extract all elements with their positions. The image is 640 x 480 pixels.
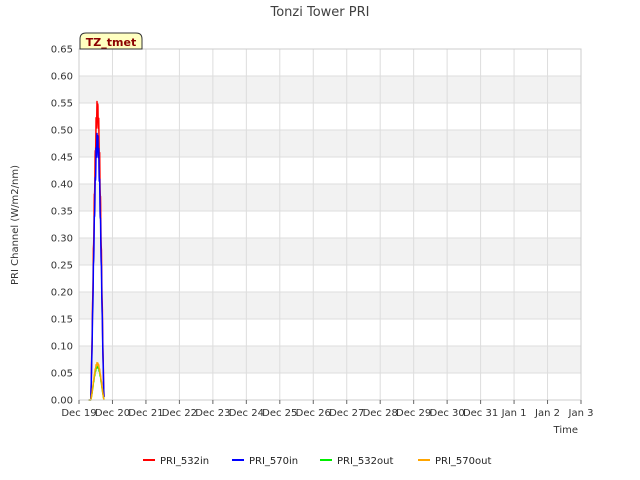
chart-title: Tonzi Tower PRI [270, 5, 370, 20]
y-tick-label: 0.00 [51, 396, 73, 407]
y-tick-label: 0.65 [51, 45, 73, 56]
y-tick-label: 0.25 [51, 261, 73, 272]
x-axis: Dec 19Dec 20Dec 21Dec 22Dec 23Dec 24Dec … [61, 400, 593, 419]
plot-band [79, 130, 581, 157]
x-tick-label: Dec 25 [262, 408, 297, 419]
y-tick-label: 0.45 [51, 153, 73, 164]
x-tick-label: Jan 2 [534, 408, 560, 419]
x-tick-label: Dec 21 [128, 408, 163, 419]
y-tick-label: 0.40 [51, 180, 73, 191]
plot-band [79, 238, 581, 265]
y-tick-label: 0.15 [51, 315, 73, 326]
legend-label: PRI_532out [337, 456, 393, 467]
legend-item-pri_532in: PRI_532in [143, 456, 209, 467]
y-tick-label: 0.30 [51, 234, 73, 245]
x-tick-label: Dec 28 [363, 408, 398, 419]
legend-label: PRI_532in [160, 456, 209, 467]
legend-item-pri_570in: PRI_570in [232, 456, 298, 467]
plot-band [79, 76, 581, 103]
x-tick-label: Dec 19 [61, 408, 96, 419]
y-tick-label: 0.20 [51, 288, 73, 299]
y-tick-label: 0.55 [51, 99, 73, 110]
x-tick-label: Dec 29 [396, 408, 431, 419]
y-tick-label: 0.35 [51, 207, 73, 218]
x-tick-label: Dec 26 [296, 408, 331, 419]
plot-band [79, 346, 581, 373]
x-tick-label: Jan 1 [501, 408, 527, 419]
x-tick-label: Dec 31 [463, 408, 498, 419]
x-tick-label: Dec 30 [430, 408, 465, 419]
pri-line-chart: Tonzi Tower PRI 0.00 0.05 0.10 0.15 0.20 0.25… [10, 5, 593, 467]
y-axis-label: PRI Channel (W/m2/nm) [10, 165, 21, 285]
legend-item-pri_532out: PRI_532out [320, 456, 393, 467]
plot-band [79, 292, 581, 319]
plot-band [79, 184, 581, 211]
legend-item-pri_570out: PRI_570out [418, 456, 491, 467]
x-tick-label: Dec 23 [195, 408, 230, 419]
y-tick-label: 0.10 [51, 342, 73, 353]
x-tick-label: Dec 22 [162, 408, 197, 419]
y-axis: 0.00 0.05 0.10 0.15 0.20 0.25 0.30 0.35 0.40 0.45… [51, 45, 73, 407]
legend: PRI_532in PRI_570in PRI_532out PRI_570out [143, 456, 491, 467]
x-tick-label: Dec 24 [229, 408, 264, 419]
plot-bands [79, 76, 581, 373]
y-tick-label: 0.05 [51, 369, 73, 380]
site-badge-label: TZ_tmet [86, 36, 136, 49]
x-tick-label: Dec 20 [95, 408, 130, 419]
legend-label: PRI_570in [249, 456, 298, 467]
site-badge: TZ_tmet [79, 32, 143, 50]
x-tick-label: Dec 27 [329, 408, 364, 419]
legend-label: PRI_570out [435, 456, 491, 467]
x-axis-label: Time [553, 425, 578, 436]
y-tick-label: 0.60 [51, 72, 73, 83]
x-tick-label: Jan 3 [568, 408, 594, 419]
y-tick-label: 0.50 [51, 126, 73, 137]
